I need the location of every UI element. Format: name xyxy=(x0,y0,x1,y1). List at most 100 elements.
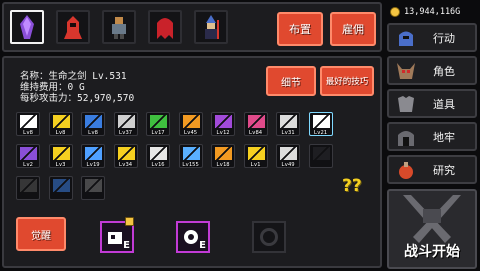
question-marks[interactable]: ?? xyxy=(342,176,362,196)
battle-start-button[interactable]: 战斗开始 xyxy=(387,189,477,269)
skill-slot[interactable]: Lv12 xyxy=(211,112,235,136)
skill-level: Lv84 xyxy=(248,130,263,136)
detail-label: 细节 xyxy=(281,77,301,89)
skill-level: Lv2 xyxy=(23,162,33,168)
crescent-icon xyxy=(280,147,297,160)
purple-blade-icon xyxy=(215,115,232,128)
dps-row: 每秒攻击力：52,970,570 xyxy=(20,90,134,104)
orange-burst-icon xyxy=(215,147,232,160)
best-skills-label: 最好的技巧 xyxy=(325,77,369,87)
skill-slot[interactable]: Lv17 xyxy=(146,112,170,136)
skill-slot[interactable]: Lv31 xyxy=(276,112,300,136)
demon-skull-icon xyxy=(397,62,415,79)
coin-icon xyxy=(390,7,400,17)
skill-slot[interactable]: Lv3 xyxy=(48,144,73,168)
skill-slot[interactable]: Lv8 xyxy=(48,112,73,136)
equip-slot-2[interactable]: E xyxy=(176,221,210,253)
white-blade-icon xyxy=(150,147,167,160)
skill-slot[interactable]: Lv2 xyxy=(16,144,40,168)
hero-detail-panel: 名称：生命之剑 Lv.531 维持费用：0 G 每秒攻击力：52,970,570… xyxy=(2,56,382,268)
hero-slot-2[interactable] xyxy=(56,10,90,44)
skill-level: Lv45 xyxy=(183,130,198,136)
skill-level: Lv21 xyxy=(313,130,328,136)
slash-icon xyxy=(20,179,37,192)
equip-slot-1-label: E xyxy=(123,240,130,251)
currency-display: 13,944,116G xyxy=(390,4,478,20)
nav-items[interactable]: 道具 xyxy=(387,89,477,118)
skill-slot[interactable]: Lv19 xyxy=(81,144,105,168)
nav-research-label: 研究 xyxy=(433,163,455,177)
yellow-arrow-icon xyxy=(247,147,265,160)
skill-level: Lv18 xyxy=(216,162,230,168)
hero-slot-5[interactable] xyxy=(194,10,228,44)
detail-button[interactable]: 细节 xyxy=(266,66,316,96)
skill-slot[interactable]: Lv34 xyxy=(113,144,138,168)
blue-burst-icon xyxy=(182,147,200,160)
skill-level: Lv3 xyxy=(55,162,66,168)
nav-dungeon[interactable]: 地牢 xyxy=(387,122,477,151)
battle-start-label: 战斗开始 xyxy=(404,244,460,260)
empty-equip-slot[interactable] xyxy=(252,221,286,253)
shuriken-icon xyxy=(280,115,297,128)
skill-slot[interactable]: Lv84 xyxy=(243,112,268,136)
equip-slot-2-label: E xyxy=(199,240,206,251)
nav-action-label: 行动 xyxy=(433,31,455,45)
awaken-button[interactable]: 觉醒 xyxy=(16,217,66,251)
crossed-swords-icon xyxy=(182,115,200,128)
nav-research[interactable]: 研究 xyxy=(387,155,477,184)
deploy-label: 布置 xyxy=(289,23,311,36)
skill-slot[interactable]: Lv37 xyxy=(113,112,138,136)
skill-slot[interactable]: Lv18 xyxy=(211,144,235,168)
awaken-label: 觉醒 xyxy=(31,230,51,242)
nav-items-label: 道具 xyxy=(433,97,455,111)
skill-slot[interactable]: Lv1 xyxy=(243,144,268,168)
skill-level: Lv8 xyxy=(88,130,98,136)
skill-level: Lv34 xyxy=(118,162,133,168)
nav-character[interactable]: 角色 xyxy=(387,56,477,85)
nav-character-label: 角色 xyxy=(433,64,455,78)
hammer-icon xyxy=(117,115,135,128)
sparkle-icon xyxy=(312,115,330,128)
skill-level: Lv37 xyxy=(118,130,133,136)
dungeon-gate-icon xyxy=(398,130,414,146)
gold-amount: 13,944,116G xyxy=(404,7,461,17)
skill-level: Lv49 xyxy=(281,162,295,168)
skill-slot[interactable]: Lv155 xyxy=(178,144,203,168)
skill-level: Lv12 xyxy=(216,130,230,136)
skill-slot[interactable] xyxy=(81,176,105,200)
gold-trophy-icon xyxy=(52,147,70,160)
green-blade-icon xyxy=(150,115,167,128)
equip-slot-1[interactable]: E xyxy=(100,217,134,253)
skill-level: Lv1 xyxy=(250,162,261,168)
deploy-button[interactable]: 布置 xyxy=(277,12,323,46)
dps-value: 52,970,570 xyxy=(77,93,135,104)
dark-mage-hero-icon xyxy=(205,15,219,39)
hero-slot-3[interactable] xyxy=(102,10,136,44)
skill-slot[interactable]: Lv8 xyxy=(16,112,40,136)
best-skills-button[interactable]: 最好的技巧 xyxy=(320,66,374,96)
potion-icon xyxy=(399,161,413,179)
pink-gem-icon xyxy=(247,115,265,128)
hero-slot-4[interactable] xyxy=(148,10,182,44)
blue-sword-icon xyxy=(85,115,102,128)
skill-slot[interactable]: Lv49 xyxy=(276,144,300,168)
skill-slot[interactable]: Lv16 xyxy=(146,144,170,168)
armored-warrior-hero-icon xyxy=(112,17,126,39)
skill-slot[interactable] xyxy=(16,176,40,200)
skill-slot[interactable] xyxy=(308,144,333,168)
skill-slot[interactable]: Lv45 xyxy=(178,112,203,136)
skill-level: Lv16 xyxy=(151,162,165,168)
knight-helmet-icon xyxy=(399,31,413,46)
skill-slot[interactable]: Lv8 xyxy=(81,112,105,136)
armor-chest-icon xyxy=(398,95,414,112)
nav-dungeon-label: 地牢 xyxy=(433,130,455,144)
hero-slot-1[interactable] xyxy=(10,10,44,44)
hire-button[interactable]: 雇佣 xyxy=(330,12,376,46)
armor-icon xyxy=(52,115,70,128)
hero-selection-panel: 布置 雇佣 xyxy=(2,2,382,52)
skill-slot[interactable] xyxy=(48,176,73,200)
skill-slot[interactable]: Lv21 xyxy=(308,112,333,136)
skill-level: Lv17 xyxy=(151,130,165,136)
dagger-icon xyxy=(20,147,37,160)
nav-action[interactable]: 行动 xyxy=(387,23,477,52)
